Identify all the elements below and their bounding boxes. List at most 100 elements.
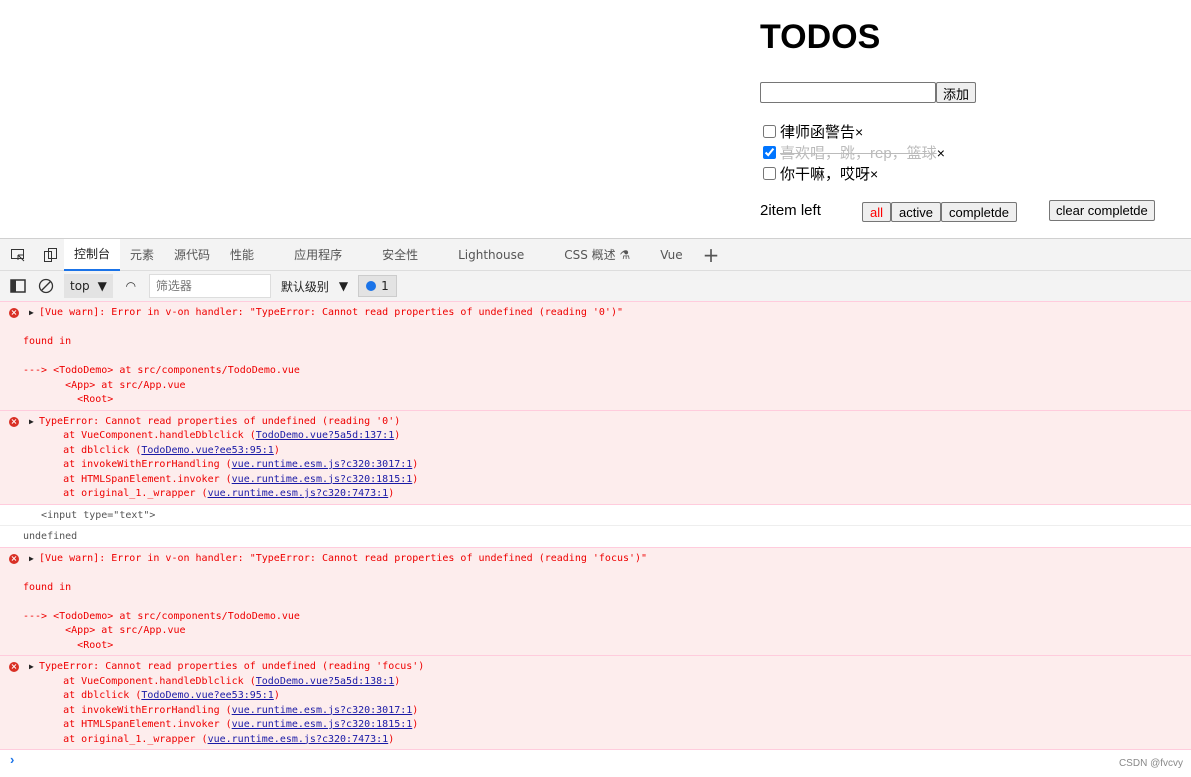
console-prompt[interactable]: › [0, 750, 1191, 767]
paren: ) [388, 488, 395, 499]
expand-triangle-icon[interactable]: ▶ [29, 660, 34, 675]
stack-frame: at VueComponent.handleDblclick (TodoDemo… [39, 675, 1191, 690]
delete-icon[interactable]: × [855, 124, 863, 140]
console-output: × ▶ [Vue warn]: Error in v-on handler: "Ty… [0, 301, 1191, 750]
app-page: TODOS 添加 律师函警告 × 喜欢唱，跳，rep，篮球 × 你干嘛，哎呀 × 2ite… [0, 0, 1191, 238]
stack-function: at VueComponent.handleDblclick ( [39, 430, 256, 441]
source-link[interactable]: TodoDemo.vue?ee53:95:1 [141, 445, 273, 456]
message-line: ---> <TodoDemo> at src/components/TodoDe… [23, 610, 300, 622]
console-log: undefined [0, 526, 1191, 548]
message-line: <input type="text"> [23, 509, 156, 521]
stack-frame: at original_1._wrapper (vue.runtime.esm.… [39, 733, 1191, 748]
clear-console-icon[interactable] [36, 276, 56, 296]
source-link[interactable]: TodoDemo.vue?5a5d:137:1 [256, 430, 394, 441]
message-line: found in [23, 336, 72, 347]
source-link[interactable]: vue.runtime.esm.js?c320:3017:1 [232, 705, 413, 716]
add-button[interactable]: 添加 [936, 82, 977, 103]
stack-frame: at invokeWithErrorHandling (vue.runtime.… [39, 458, 1191, 473]
tab-8[interactable]: Vue [650, 239, 692, 271]
message-line: <Root> [23, 639, 114, 651]
log-level-value: 默认级别 [280, 279, 329, 294]
sidebar-toggle-icon[interactable] [8, 276, 28, 296]
filter-active-button[interactable]: active [891, 202, 941, 222]
console-toolbar: top ▼ ◠ 默认级别 ▼ 1 [0, 271, 1191, 302]
todo-text[interactable]: 喜欢唱，跳，rep，篮球 [780, 142, 937, 163]
message-line: undefined [23, 531, 78, 542]
source-link[interactable]: TodoDemo.vue?5a5d:138:1 [256, 676, 394, 687]
paren: ) [273, 444, 280, 456]
todo-checkbox[interactable] [763, 167, 776, 180]
page-title: TODOS [760, 18, 881, 56]
filter-group: all active completde [862, 202, 1017, 222]
todo-text[interactable]: 律师函警告 [780, 121, 855, 142]
message-line [23, 321, 1191, 336]
source-link[interactable]: vue.runtime.esm.js?c320:1815:1 [232, 474, 413, 485]
stack-frame: at invokeWithErrorHandling (vue.runtime.… [39, 704, 1191, 719]
tab-1[interactable]: 元素 [120, 239, 164, 271]
todo-list: 律师函警告 × 喜欢唱，跳，rep，篮球 × 你干嘛，哎呀 × [762, 121, 1062, 184]
delete-icon[interactable]: × [870, 166, 878, 182]
expand-triangle-icon[interactable]: ▶ [29, 552, 34, 567]
log-level-dropdown[interactable]: 默认级别 ▼ [281, 278, 348, 295]
items-left: 2item left [760, 202, 821, 219]
stack-function: at original_1._wrapper ( [39, 733, 208, 745]
source-link[interactable]: vue.runtime.esm.js?c320:7473:1 [208, 488, 389, 499]
console-log: <input type="text"> [0, 505, 1191, 526]
error-icon: × [9, 308, 19, 318]
filter-all-button[interactable]: all [862, 202, 892, 222]
todo-item: 你干嘛，哎呀 × [762, 163, 1062, 184]
stack-function: at invokeWithErrorHandling ( [39, 459, 232, 470]
live-expression-eye-icon[interactable]: ◠ [121, 276, 141, 296]
stack-frame: at HTMLSpanElement.invoker (vue.runtime.… [39, 718, 1191, 733]
message-line [23, 595, 1191, 610]
stack-function: at invokeWithErrorHandling ( [39, 704, 232, 716]
clear-completed-button[interactable]: clear completde [1049, 200, 1155, 221]
todo-text[interactable]: 你干嘛，哎呀 [780, 163, 870, 184]
issues-count: 1 [381, 279, 389, 293]
expand-triangle-icon[interactable]: ▶ [29, 415, 34, 430]
watermark: CSDN @fvcvy [1118, 758, 1183, 769]
todo-input[interactable] [760, 82, 936, 103]
source-link[interactable]: vue.runtime.esm.js?c320:7473:1 [208, 734, 389, 745]
expand-triangle-icon[interactable]: ▶ [29, 306, 34, 321]
message-line: TypeError: Cannot read properties of und… [39, 415, 401, 427]
tab-4[interactable]: 应用程序 [284, 239, 352, 271]
issue-icon [366, 281, 377, 291]
stack-function: at dblclick ( [39, 444, 142, 456]
source-link[interactable]: vue.runtime.esm.js?c320:3017:1 [232, 459, 413, 470]
prompt-chevron-icon: › [10, 752, 15, 767]
message-line: <Root> [23, 394, 114, 405]
context-selector[interactable]: top ▼ [64, 274, 113, 298]
tab-6[interactable]: Lighthouse [448, 239, 534, 271]
tab-3[interactable]: 性能 [220, 239, 264, 271]
source-link[interactable]: TodoDemo.vue?ee53:95:1 [141, 690, 273, 701]
todo-checkbox[interactable] [763, 125, 776, 138]
filter-completde-button[interactable]: completde [940, 202, 1017, 222]
tab-5[interactable]: 安全性 [372, 239, 428, 271]
message-line: found in [23, 581, 72, 593]
tab-7[interactable]: CSS 概述 ⚗ [554, 239, 640, 271]
issues-badge[interactable]: 1 [358, 275, 397, 297]
console-error: × ▶ [Vue warn]: Error in v-on handler: "Ty… [0, 546, 1191, 656]
dropdown-arrow-icon: ▼ [338, 279, 349, 293]
todo-footer: 2item left all active completde clear comp… [760, 200, 1180, 224]
add-tab-icon[interactable]: + [693, 239, 730, 271]
device-toolbar-icon[interactable] [42, 247, 58, 263]
stack-function: at dblclick ( [39, 690, 142, 701]
inspect-element-icon[interactable] [10, 247, 26, 263]
add-row: 添加 [760, 82, 977, 103]
stack-frame: at dblclick (TodoDemo.vue?ee53:95:1) [39, 444, 1191, 459]
stack-function: at HTMLSpanElement.invoker ( [39, 719, 232, 730]
stack-function: at original_1._wrapper ( [39, 488, 208, 499]
console-error: × ▶ TypeError: Cannot read properties of u… [0, 655, 1191, 750]
paren: ) [388, 733, 395, 745]
source-link[interactable]: vue.runtime.esm.js?c320:1815:1 [232, 719, 413, 730]
tab-2[interactable]: 源代码 [164, 239, 220, 271]
stack-frame: at dblclick (TodoDemo.vue?ee53:95:1) [39, 689, 1191, 704]
todo-checkbox[interactable] [763, 146, 776, 159]
tab-0[interactable]: 控制台 [64, 238, 121, 271]
filter-input[interactable] [148, 274, 271, 298]
delete-icon[interactable]: × [937, 145, 945, 161]
message-line: ---> <TodoDemo> at src/components/TodoDe… [23, 365, 300, 376]
todo-item: 律师函警告 × [762, 121, 1062, 142]
